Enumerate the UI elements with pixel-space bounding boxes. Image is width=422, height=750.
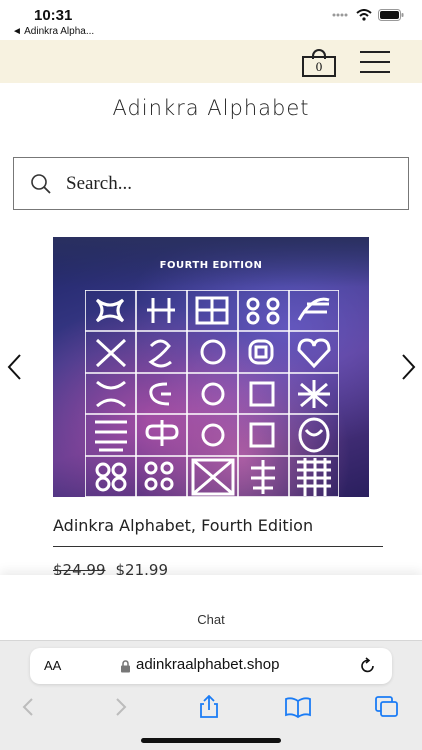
reader-settings-button[interactable]: AA xyxy=(44,658,61,673)
tabs-icon[interactable] xyxy=(372,695,402,719)
status-bar: 10:31 ◄ Adinkra Alpha... xyxy=(0,0,422,40)
hamburger-menu-button[interactable] xyxy=(360,50,392,74)
search-box xyxy=(13,157,409,210)
status-icons xyxy=(332,9,404,21)
product-image-caption: FOURTH EDITION xyxy=(159,260,263,271)
adinkra-symbols-grid xyxy=(85,290,339,497)
chat-button[interactable]: Chat xyxy=(0,612,422,627)
product-image[interactable]: FOURTH EDITION xyxy=(53,237,369,497)
divider xyxy=(53,546,383,547)
url-text[interactable]: adinkraalphabet.shop xyxy=(136,656,279,673)
cart-count: 0 xyxy=(315,59,323,74)
battery-icon xyxy=(378,9,404,21)
share-icon[interactable] xyxy=(194,695,224,719)
address-bar[interactable]: AA adinkraalphabet.shop xyxy=(30,648,392,684)
bookmarks-icon[interactable] xyxy=(283,695,313,719)
cart-button[interactable]: 0 xyxy=(302,49,336,77)
lock-icon xyxy=(121,660,130,673)
wifi-icon xyxy=(356,9,372,21)
site-logo-title[interactable]: Adinkra Alphabet xyxy=(0,96,422,120)
search-input[interactable] xyxy=(66,168,386,200)
forward-arrow-icon[interactable] xyxy=(105,695,135,719)
browser-toolbar: AA adinkraalphabet.shop xyxy=(0,640,422,750)
site-header: 0 xyxy=(0,40,422,83)
search-icon xyxy=(31,174,51,194)
product-title[interactable]: Adinkra Alphabet, Fourth Edition xyxy=(53,516,313,535)
back-arrow-icon[interactable] xyxy=(14,695,44,719)
home-indicator xyxy=(141,738,281,743)
reload-icon[interactable] xyxy=(360,657,376,675)
carousel-prev-arrow-icon[interactable] xyxy=(5,352,25,382)
chat-bar: Chat xyxy=(0,575,422,641)
status-time: 10:31 xyxy=(34,7,73,24)
back-to-app-link[interactable]: ◄ Adinkra Alpha... xyxy=(12,26,94,37)
signal-icon xyxy=(332,13,348,17)
carousel-next-arrow-icon[interactable] xyxy=(398,352,418,382)
